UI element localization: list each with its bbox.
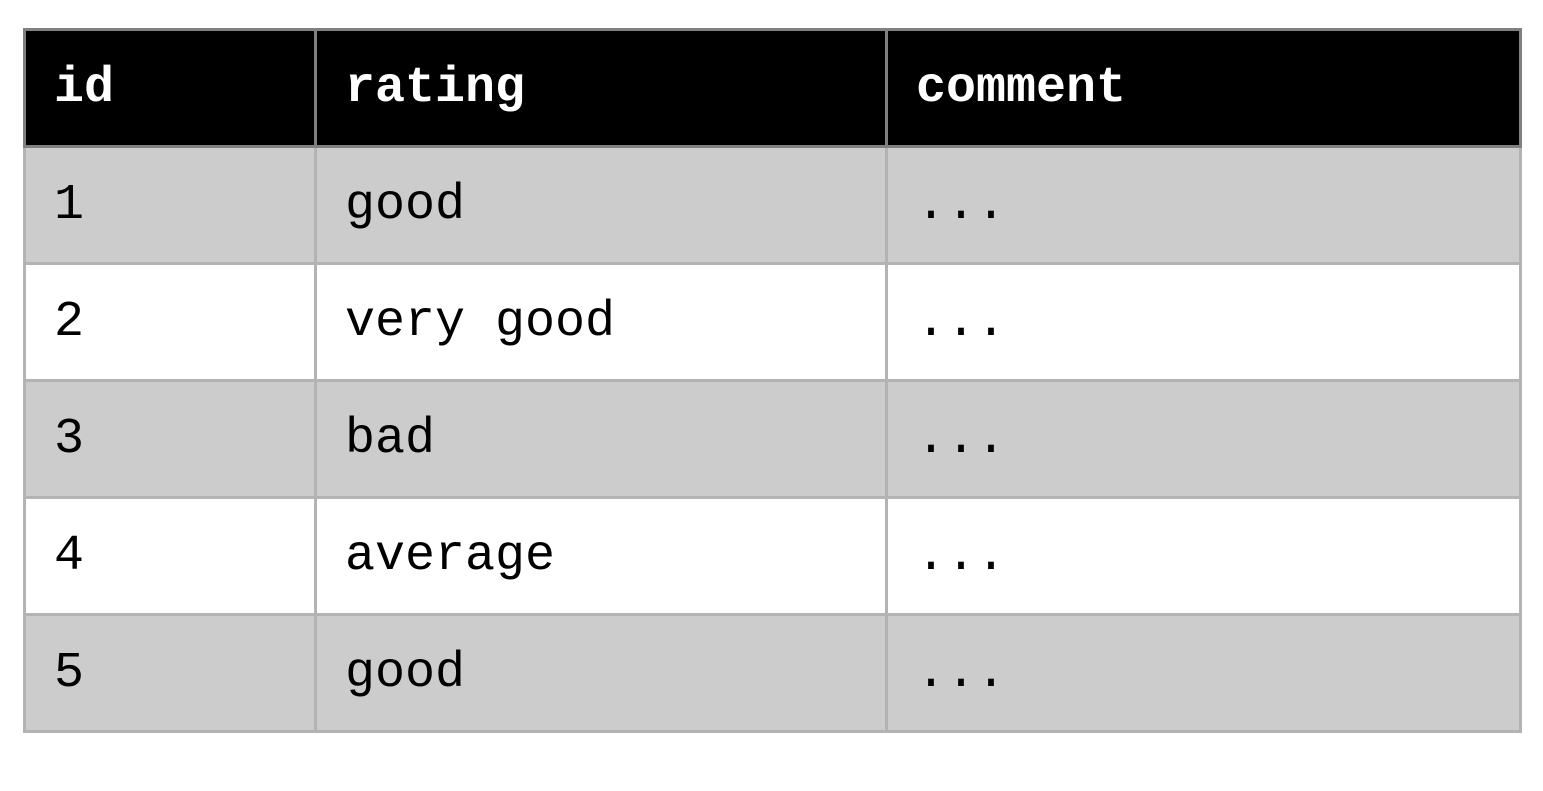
cell-id: 4 [23, 496, 317, 616]
cell-id: 2 [23, 262, 317, 382]
cell-rating: good [314, 613, 888, 733]
cell-rating: bad [314, 379, 888, 499]
header-row: id rating comment [23, 28, 1522, 148]
cell-id: 5 [23, 613, 317, 733]
cell-comment: ... [885, 262, 1522, 382]
table-row: 2 very good ... [23, 262, 1522, 382]
cell-id: 3 [23, 379, 317, 499]
table-row: 5 good ... [23, 613, 1522, 733]
cell-rating: very good [314, 262, 888, 382]
cell-rating: average [314, 496, 888, 616]
cell-comment: ... [885, 145, 1522, 265]
column-header-comment: comment [885, 28, 1522, 148]
cell-comment: ... [885, 613, 1522, 733]
cell-comment: ... [885, 379, 1522, 499]
cell-id: 1 [23, 145, 317, 265]
table-row: 3 bad ... [23, 379, 1522, 499]
table-row: 4 average ... [23, 496, 1522, 616]
data-table-container: id rating comment 1 good ... 2 very good… [23, 28, 1522, 733]
column-header-id: id [23, 28, 317, 148]
table-row: 1 good ... [23, 145, 1522, 265]
cell-rating: good [314, 145, 888, 265]
column-header-rating: rating [314, 28, 888, 148]
data-table: id rating comment 1 good ... 2 very good… [23, 28, 1522, 733]
table-header: id rating comment [23, 28, 1522, 148]
cell-comment: ... [885, 496, 1522, 616]
table-body: 1 good ... 2 very good ... 3 bad ... 4 a… [23, 145, 1522, 733]
